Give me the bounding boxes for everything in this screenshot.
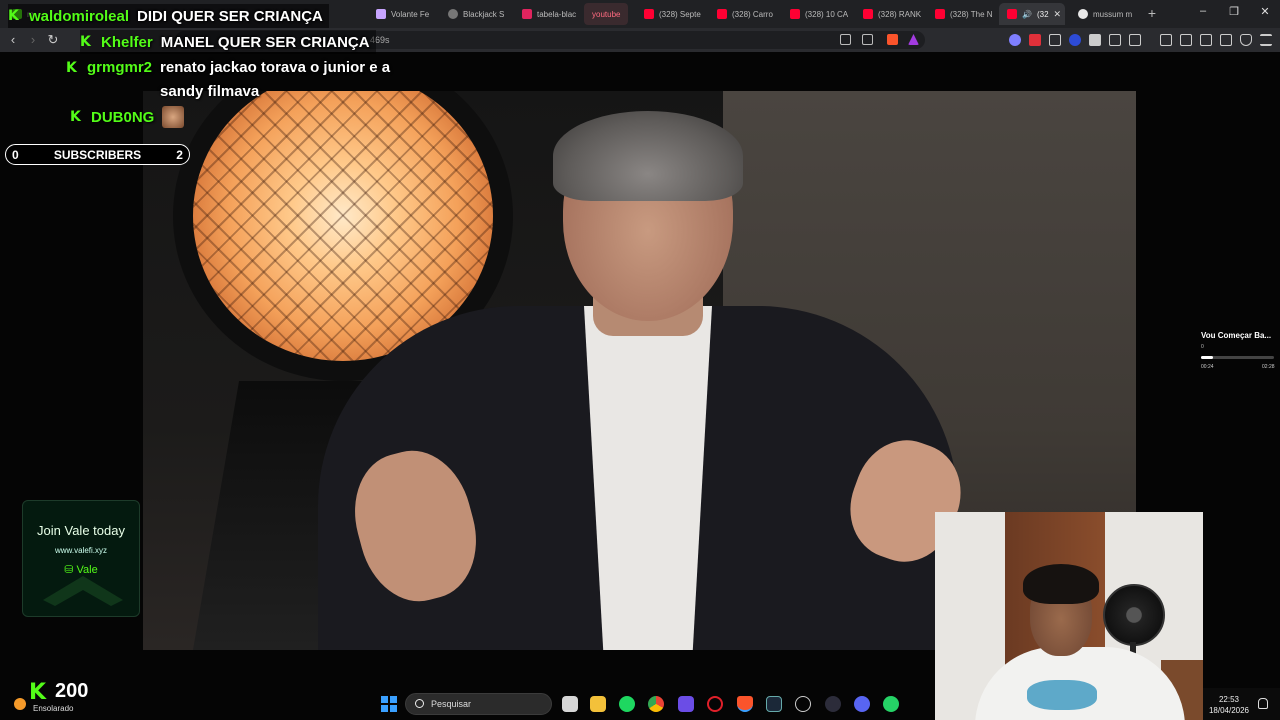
notification-bell-icon[interactable]	[1258, 698, 1268, 709]
chat-message: K DUB0NG	[70, 105, 185, 129]
menu-icon[interactable]	[1260, 34, 1272, 46]
system-clock[interactable]: 22:53 18/04/2026	[1206, 694, 1252, 716]
youtube-favicon-icon	[1007, 9, 1017, 19]
brave-shields-icon[interactable]	[887, 34, 898, 45]
youtube-favicon-icon	[717, 9, 727, 19]
shirt-print	[1027, 680, 1097, 710]
site-favicon-icon	[522, 9, 532, 19]
chevron-up-icon	[43, 576, 123, 606]
discord-icon[interactable]	[854, 696, 870, 712]
app-icon[interactable]	[825, 696, 841, 712]
interviewee-hair	[553, 111, 743, 201]
sidebar-icon[interactable]	[1180, 34, 1192, 46]
google-favicon-icon	[1078, 9, 1088, 19]
app-icon[interactable]	[795, 696, 811, 712]
webcam-feed	[935, 512, 1203, 720]
vale-brand: ⛁ Vale	[64, 564, 98, 576]
forward-button[interactable]: ›	[24, 32, 42, 48]
leo-icon[interactable]	[1220, 34, 1232, 46]
progress-fill	[1201, 356, 1213, 359]
task-view-icon[interactable]	[562, 696, 578, 712]
subscriber-goal-bar: 0 SUBSCRIBERS 2	[5, 144, 190, 165]
back-button[interactable]: ‹	[4, 32, 22, 48]
chat-message: K grmgmr2 renato jackao torava o junior …	[66, 59, 391, 100]
tab-blackjack[interactable]: Blackjack S	[440, 3, 512, 25]
sponsor-promo-card: Join Vale today www.valefi.xyz ⛁ Vale	[22, 500, 140, 617]
chat-message: K waldomiroleal DIDI QUER SER CRIANÇA	[8, 4, 329, 28]
brave-icon[interactable]	[737, 696, 753, 712]
whatsapp-icon[interactable]	[883, 696, 899, 712]
now-playing-subtitle: 0	[1201, 344, 1204, 350]
kick-badge-icon: K	[80, 34, 91, 50]
kick-logo-icon: K	[29, 680, 47, 705]
youtube-favicon-icon	[935, 9, 945, 19]
tab-youtube-3[interactable]: (328) 10 CA	[782, 3, 852, 25]
vpn-icon[interactable]	[1240, 34, 1252, 46]
weather-label[interactable]: Ensolarado	[33, 704, 73, 713]
total-time: 02:28	[1262, 364, 1275, 370]
spotify-icon[interactable]	[619, 696, 635, 712]
windows-start-icon[interactable]	[381, 696, 397, 712]
chrome-icon[interactable]	[648, 696, 664, 712]
follower-count: 200	[55, 680, 89, 702]
now-playing-title: Vou Começar Ba...	[1201, 331, 1272, 340]
now-playing-progress	[1201, 356, 1274, 359]
tab-youtube-1[interactable]: (328) Septe	[636, 3, 706, 25]
tab-youtube-5[interactable]: (328) The N	[927, 3, 997, 25]
youtube-favicon-icon	[790, 9, 800, 19]
maximize-button[interactable]: ❐	[1226, 5, 1242, 18]
chat-message: K Khelfer MANEL QUER SER CRIANÇA	[80, 30, 376, 54]
search-icon	[415, 699, 424, 708]
fan	[1103, 584, 1165, 646]
tab-youtube-4[interactable]: (328) RANK	[855, 3, 925, 25]
extension-icon[interactable]	[1029, 34, 1041, 46]
youtube-favicon-icon	[863, 9, 873, 19]
media-icon[interactable]	[1160, 34, 1172, 46]
site-favicon-icon	[376, 9, 386, 19]
tab-youtube-2[interactable]: (328) Carro	[709, 3, 779, 25]
kick-badge-icon: K	[66, 60, 77, 76]
tab-group-youtube[interactable]: youtube	[584, 3, 628, 25]
opera-icon[interactable]	[707, 696, 723, 712]
app-icon[interactable]	[678, 696, 694, 712]
extension-icon[interactable]	[1089, 34, 1101, 46]
new-tab-button[interactable]: +	[1144, 4, 1160, 22]
streamer-hair	[1023, 564, 1099, 604]
tab-volante[interactable]: Volante Fe	[368, 3, 438, 25]
tab-search[interactable]: mussum m	[1070, 3, 1140, 25]
minimize-button[interactable]: –	[1195, 5, 1211, 17]
kick-badge-icon: K	[8, 8, 19, 24]
youtube-favicon-icon	[644, 9, 654, 19]
extension-icon[interactable]	[1009, 34, 1021, 46]
steam-icon[interactable]	[766, 696, 782, 712]
share-icon[interactable]	[862, 34, 873, 45]
audio-icon[interactable]: 🔊	[1022, 10, 1032, 19]
screenshot-icon[interactable]	[1129, 34, 1141, 46]
extension-icon[interactable]	[1049, 34, 1061, 46]
site-favicon-icon	[448, 9, 458, 19]
sun-icon[interactable]	[14, 698, 26, 710]
kick-badge-icon: K	[70, 109, 81, 125]
taskbar-search-input[interactable]: Pesquisar	[405, 693, 552, 715]
puzzle-icon[interactable]	[1109, 34, 1121, 46]
extension-icon[interactable]	[1069, 34, 1081, 46]
close-tab-icon[interactable]: ✕	[1054, 9, 1062, 20]
file-explorer-icon[interactable]	[590, 696, 606, 712]
close-window-button[interactable]: ✕	[1257, 5, 1273, 18]
tab-youtube-active[interactable]: 🔊 (32 ✕	[999, 3, 1065, 25]
reload-button[interactable]: ↻	[44, 32, 62, 48]
tab-tabela[interactable]: tabela-blac	[514, 3, 582, 25]
elapsed-time: 00:24	[1201, 364, 1214, 370]
cast-icon[interactable]	[840, 34, 851, 45]
wallet-icon[interactable]	[1200, 34, 1212, 46]
chat-emote	[162, 106, 185, 128]
screen: m Volante Fe Blackjack S tabela-blac you…	[0, 0, 1280, 720]
